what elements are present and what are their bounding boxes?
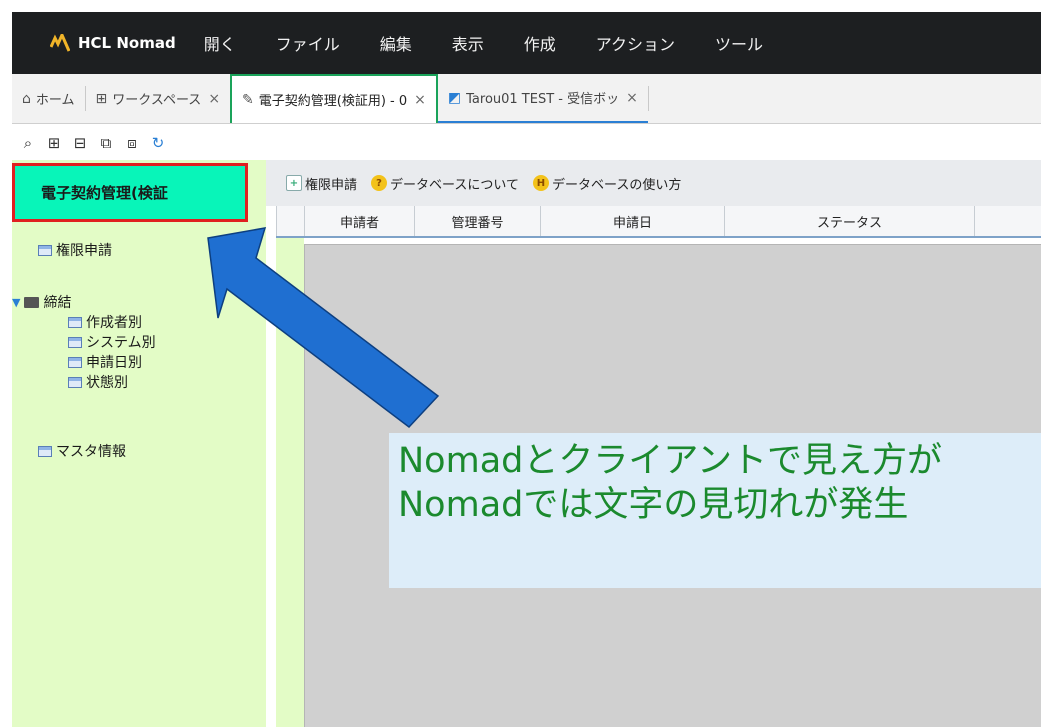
new-document-icon: +	[286, 175, 302, 191]
help-icon: ?	[371, 175, 388, 191]
nav-item-by-status[interactable]: 状態別	[68, 372, 128, 392]
view-toolbar: ⌕ ⊞ ⊟ ⧉ ⧈ ↻	[12, 126, 168, 160]
view-icon	[68, 316, 82, 328]
view-icon	[38, 244, 52, 256]
tab-inbox[interactable]: ◩ Tarou01 TEST - 受信ボッ ×	[437, 74, 648, 123]
tab-workspace-label: ワークスペース	[112, 93, 202, 108]
view-icon	[68, 336, 82, 348]
close-icon[interactable]: ×	[626, 90, 638, 106]
nav-item-by-date[interactable]: 申請日別	[68, 352, 142, 372]
column-headers: 申請者 管理番号 申請日 ステータス	[276, 206, 1041, 238]
column-header-status[interactable]: ステータス	[724, 206, 974, 236]
tab-home[interactable]: ⌂ ホーム	[12, 74, 85, 123]
nav-item-by-system[interactable]: システム別	[68, 332, 156, 352]
action-about-button[interactable]: ? データベースについて	[371, 174, 519, 193]
nav-item-master[interactable]: マスタ情報	[38, 441, 126, 461]
action-usage-button[interactable]: H データベースの使い方	[532, 174, 682, 193]
home-icon: ⌂	[22, 90, 31, 107]
tab-database[interactable]: ✎ 電子契約管理(検証用) - 0 ×	[230, 74, 438, 123]
app-name: HCL Nomad	[78, 34, 176, 52]
callout-line-1: Nomadとクライアントで見え方が	[398, 441, 942, 481]
view-icon	[68, 376, 82, 388]
column-header-date[interactable]: 申請日	[540, 206, 724, 236]
refresh-icon[interactable]: ↻	[148, 133, 168, 153]
action-request-button[interactable]: + 権限申請	[286, 174, 357, 193]
nav-item-label: システム別	[86, 335, 156, 351]
menu-actions[interactable]: アクション	[596, 31, 675, 55]
menu-view[interactable]: 表示	[452, 31, 484, 55]
menu-open[interactable]: 開く	[204, 31, 236, 55]
action-label: データベースの使い方	[551, 177, 682, 193]
column-selector	[276, 206, 304, 236]
tab-workspace[interactable]: ⊞ ワークスペース ×	[86, 74, 231, 123]
expand-all-icon[interactable]: ⧉	[96, 133, 116, 153]
navigator-pane: 電子契約管理(検証 権限申請 ▼ 締結 作成者別 システム別 申請日別 状態別 …	[12, 160, 266, 727]
tab-inbox-label: Tarou01 TEST - 受信ボッ	[466, 92, 620, 107]
column-header-management-no[interactable]: 管理番号	[414, 206, 540, 236]
callout-line-2: Nomadでは文字の見切れが発生	[398, 485, 909, 525]
action-label: 権限申請	[305, 177, 358, 193]
action-label: データベースについて	[390, 177, 519, 193]
selection-gutter	[276, 238, 304, 727]
annotation-callout: Nomadとクライアントで見え方が Nomadでは文字の見切れが発生	[389, 433, 1041, 588]
nav-item-label: マスタ情報	[56, 444, 126, 460]
database-icon: ✎	[242, 91, 254, 108]
nav-folder-conclusion[interactable]: ▼ 締結	[12, 292, 71, 312]
collapse-icon[interactable]: ⊟	[70, 133, 90, 153]
column-header-applicant[interactable]: 申請者	[304, 206, 414, 236]
tab-home-label: ホーム	[35, 93, 75, 108]
triangle-down-icon[interactable]: ▼	[12, 296, 20, 309]
close-icon[interactable]: ×	[208, 91, 220, 107]
close-icon[interactable]: ×	[414, 92, 426, 108]
inbox-icon: ◩	[447, 89, 462, 106]
menu-bar: HCL Nomad 開く ファイル 編集 表示 作成 アクション ツール	[12, 12, 1041, 74]
tab-divider	[647, 86, 649, 111]
nav-item-label: 申請日別	[86, 355, 142, 371]
nav-item-by-author[interactable]: 作成者別	[68, 312, 142, 332]
search-icon[interactable]: ⌕	[18, 133, 38, 153]
menu-tools[interactable]: ツール	[715, 31, 763, 55]
column-header-blank	[974, 206, 1041, 236]
menu-create[interactable]: 作成	[524, 31, 556, 55]
expand-icon[interactable]: ⊞	[44, 133, 64, 153]
action-bar: + 権限申請 ? データベースについて H データベースの使い方	[266, 160, 1041, 206]
menu-edit[interactable]: 編集	[380, 31, 412, 55]
nav-item-label: 権限申請	[56, 243, 112, 259]
nav-item-label: 作成者別	[86, 315, 142, 331]
nav-item-label: 締結	[43, 295, 72, 311]
nav-item-label: 状態別	[86, 375, 128, 391]
tab-bar: ⌂ ホーム ⊞ ワークスペース × ✎ 電子契約管理(検証用) - 0 × ◩ …	[12, 74, 1041, 124]
app-brand: HCL Nomad	[50, 34, 176, 52]
view-icon	[68, 356, 82, 368]
usage-icon: H	[532, 175, 549, 191]
nav-item-request[interactable]: 権限申請	[38, 240, 112, 260]
collapse-all-icon[interactable]: ⧈	[122, 133, 142, 153]
navigator-title: 電子契約管理(検証	[12, 163, 248, 222]
nomad-logo-icon	[50, 34, 70, 52]
tab-database-label: 電子契約管理(検証用) - 0	[258, 94, 408, 109]
folder-icon	[24, 296, 40, 308]
grid-icon: ⊞	[95, 90, 108, 107]
view-icon	[38, 445, 52, 457]
menu-file[interactable]: ファイル	[276, 31, 340, 55]
